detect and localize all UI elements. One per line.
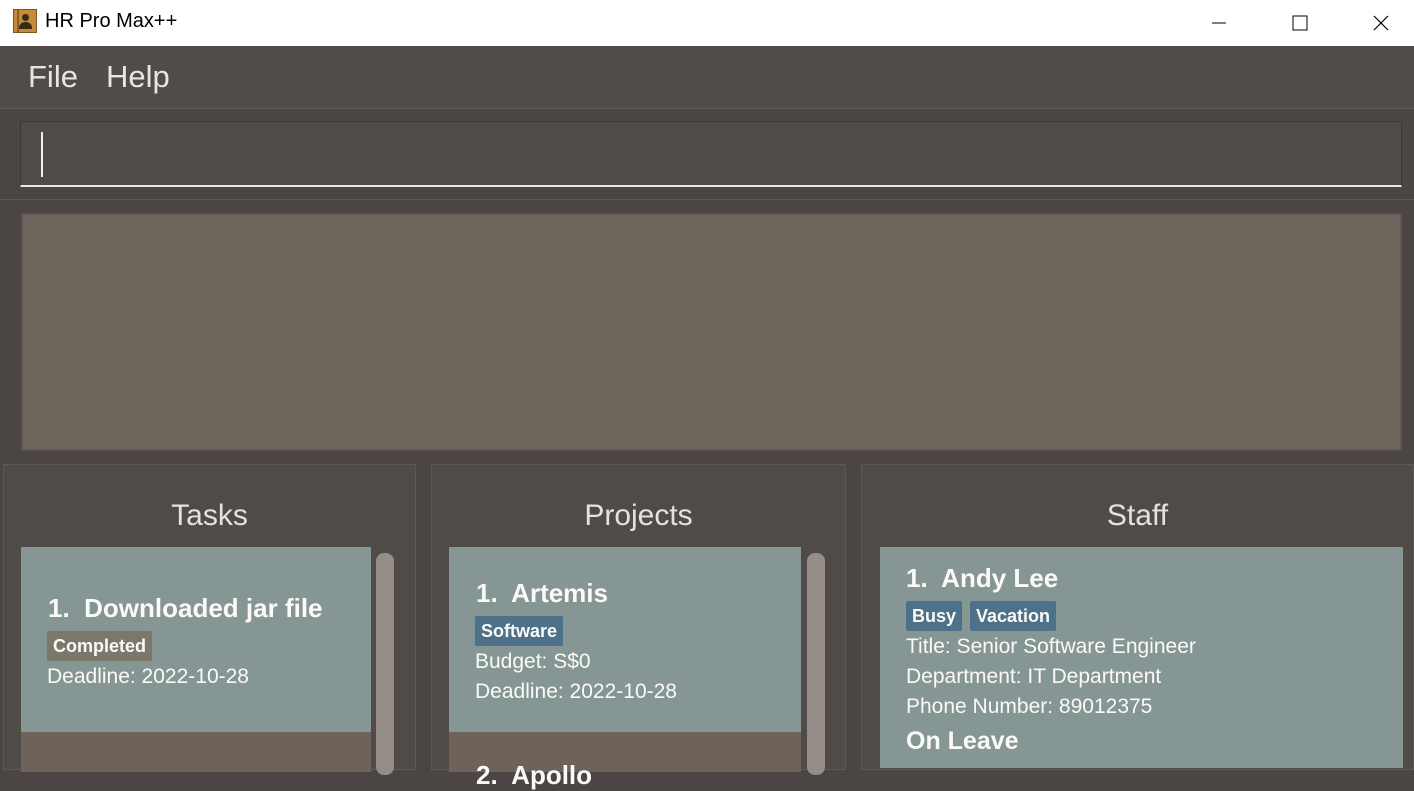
menu-file[interactable]: File [28,59,78,95]
task-status-badge: Completed [47,631,153,661]
minimize-icon [1212,22,1226,24]
project-card-next[interactable]: 2. Apollo [449,732,801,790]
staff-leave-status: On Leave [906,727,1019,755]
project-card[interactable]: 1. Artemis Software Budget: S$0 Deadline… [449,547,801,732]
task-deadline: Deadline: 2022-10-28 [47,665,249,688]
window-title: HR Pro Max++ [45,10,178,32]
task-name: Downloaded jar file [84,593,323,623]
tasks-panel: Tasks 1. Downloaded jar file Completed D… [3,464,416,775]
minimize-button[interactable] [1196,0,1242,46]
close-icon [1373,15,1389,31]
project-deadline: Deadline: 2022-10-28 [475,680,677,703]
staff-tag-vacation: Vacation [970,601,1057,631]
result-display [21,213,1402,451]
staff-card[interactable]: 1. Andy Lee Busy Vacation Title: Senior … [880,547,1403,768]
staff-panel-title: Staff [1106,499,1169,532]
text-cursor [41,132,43,177]
staff-tag-busy: Busy [906,601,963,631]
projects-panel: Projects 1. Artemis Software Budget: S$0… [431,464,846,790]
staff-name: Andy Lee [941,563,1059,593]
close-button[interactable] [1358,0,1404,46]
result-section [0,199,1414,462]
maximize-icon [1292,15,1308,31]
projects-panel-title: Projects [584,499,693,532]
tasks-scrollbar[interactable] [376,553,394,775]
task-index: 1. [48,593,70,623]
title-bar: HR Pro Max++ [0,0,1414,46]
staff-phone: Phone Number: 89012375 [906,695,1153,718]
maximize-button[interactable] [1277,0,1323,46]
staff-department: Department: IT Department [906,665,1162,688]
menu-bar: File Help [0,46,1414,108]
address-book-icon [13,9,37,33]
project-index: 1. [476,578,498,608]
task-card[interactable]: 1. Downloaded jar file Completed Deadlin… [21,547,371,732]
command-section [0,108,1414,199]
project-budget: Budget: S$0 [475,650,591,673]
task-card-next[interactable] [21,732,371,772]
project-tag: Software [475,616,564,646]
command-input[interactable] [20,121,1402,187]
staff-title: Title: Senior Software Engineer [906,635,1196,658]
staff-panel: Staff 1. Andy Lee Busy Vacation Title: S… [861,464,1414,770]
menu-help[interactable]: Help [106,59,170,95]
tasks-panel-title: Tasks [171,499,248,532]
projects-scrollbar[interactable] [807,553,825,775]
staff-index: 1. [906,563,928,593]
project-name: Artemis [511,578,608,608]
